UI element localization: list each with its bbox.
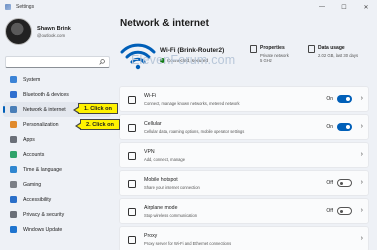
wifi-toggle[interactable]: [337, 95, 352, 103]
row-title: Cellular: [144, 121, 162, 127]
sidebar-item-accessibility[interactable]: Accessibility: [3, 192, 111, 207]
hotspot-icon: [128, 180, 136, 188]
chevron-right-icon: ›: [360, 123, 363, 130]
sidebar-item-gaming[interactable]: Gaming: [3, 177, 111, 192]
row-description: Share your internet connection: [144, 185, 200, 190]
row-proxy[interactable]: Proxy Proxy server for Wi-Fi and Etherne…: [119, 226, 369, 250]
sidebar-item-label: System: [23, 76, 41, 83]
row-wifi[interactable]: Wi-Fi Connect, manage known networks, me…: [119, 86, 369, 112]
airplane-icon: [128, 208, 136, 216]
profile-name: Shawn Brink: [37, 25, 71, 32]
sidebar-item-time-language[interactable]: Time & language: [3, 162, 111, 177]
data-usage-icon: [308, 45, 315, 53]
row-title: Mobile hotspot: [144, 177, 178, 183]
hotspot-toggle[interactable]: [337, 179, 352, 187]
sidebar-item-accounts[interactable]: Accounts: [3, 147, 111, 162]
sidebar-item-label: Time & language: [23, 166, 63, 173]
search-input[interactable]: [5, 56, 110, 68]
minimize-button[interactable]: —: [311, 0, 333, 14]
row-description: Proxy server for Wi-Fi and Ethernet conn…: [144, 241, 232, 246]
sidebar-item-label: Accounts: [23, 151, 45, 158]
sidebar: Shawn Brink @outlook.com System Bluetoot…: [0, 14, 114, 250]
network-icon: [10, 106, 17, 113]
sidebar-item-label: Accessibility: [23, 196, 52, 203]
gamepad-icon: [10, 181, 17, 188]
accounts-icon: [10, 151, 17, 158]
page-title: Network & internet: [120, 18, 209, 29]
row-description: Cellular data, roaming options, mobile o…: [144, 129, 245, 134]
airplane-toggle[interactable]: [337, 207, 352, 215]
data-usage-title: Data usage: [318, 45, 345, 51]
user-profile[interactable]: Shawn Brink @outlook.com: [5, 18, 71, 45]
row-description: Stop wireless communication: [144, 213, 198, 218]
row-title: Airplane mode: [144, 205, 178, 211]
properties-line2: 5 GHz: [260, 58, 272, 63]
brush-icon: [10, 121, 17, 128]
sidebar-item-label: Windows Update: [23, 226, 63, 233]
toggle-state-label: On: [326, 96, 333, 102]
sidebar-item-system[interactable]: System: [3, 72, 111, 87]
chevron-right-icon: ›: [360, 179, 363, 186]
sidebar-item-label: Apps: [23, 136, 35, 143]
sidebar-item-apps[interactable]: Apps: [3, 132, 111, 147]
sidebar-item-windows-update[interactable]: Windows Update: [3, 222, 111, 237]
callout-step-1: 1. Click on: [73, 103, 118, 114]
settings-app-icon: [5, 4, 11, 10]
sidebar-item-label: Personalization: [23, 121, 59, 128]
profile-email: @outlook.com: [37, 32, 66, 38]
sidebar-item-label: Privacy & security: [23, 211, 65, 218]
properties-card[interactable]: Properties Private network 5 GHz: [250, 45, 289, 63]
chevron-right-icon: ›: [360, 235, 363, 242]
close-button[interactable]: ✕: [355, 0, 377, 14]
cellular-icon: [128, 124, 136, 132]
monitor-icon: [10, 76, 17, 83]
row-airplane-mode[interactable]: Airplane mode Stop wireless communicatio…: [119, 198, 369, 224]
row-description: Add, connect, manage: [144, 157, 185, 162]
watermark: ElevenForum.com: [131, 53, 236, 67]
toggle-state-label: Off: [326, 208, 333, 214]
main-content: Network & internet Wi-Fi (Brink-Router2)…: [114, 14, 377, 250]
wifi-icon: [128, 96, 136, 104]
sidebar-item-bluetooth[interactable]: Bluetooth & devices: [3, 87, 111, 102]
sidebar-item-privacy[interactable]: Privacy & security: [3, 207, 111, 222]
chevron-right-icon: ›: [360, 95, 363, 102]
sidebar-item-label: Bluetooth & devices: [23, 91, 69, 98]
properties-icon: [250, 45, 257, 53]
globe-clock-icon: [10, 166, 17, 173]
toggle-state-label: On: [326, 124, 333, 130]
row-title: VPN: [144, 149, 155, 155]
row-title: Wi-Fi: [144, 93, 157, 99]
search-icon: [99, 59, 105, 65]
update-icon: [10, 226, 17, 233]
properties-title: Properties: [260, 45, 285, 51]
data-usage-card[interactable]: Data usage 2.02 GB, last 30 days: [308, 45, 359, 58]
sidebar-nav: System Bluetooth & devices Network & int…: [3, 72, 111, 237]
row-cellular[interactable]: Cellular Cellular data, roaming options,…: [119, 114, 369, 140]
bluetooth-icon: [10, 91, 17, 98]
maximize-button[interactable]: ☐: [333, 0, 355, 14]
title-bar: Settings — ☐ ✕: [0, 0, 377, 14]
cellular-toggle[interactable]: [337, 123, 352, 131]
row-mobile-hotspot[interactable]: Mobile hotspot Share your internet conne…: [119, 170, 369, 196]
data-usage-line1: 2.02 GB, last 30 days: [318, 53, 359, 58]
window-controls: — ☐ ✕: [311, 0, 377, 14]
window-title: Settings: [16, 4, 35, 10]
row-title: Proxy: [144, 233, 158, 239]
settings-list: Wi-Fi Connect, manage known networks, me…: [119, 86, 369, 250]
toggle-state-label: Off: [326, 180, 333, 186]
row-vpn[interactable]: VPN Add, connect, manage ›: [119, 142, 369, 168]
row-description: Connect, manage known networks, metered …: [144, 101, 240, 106]
sidebar-item-label: Gaming: [23, 181, 42, 188]
avatar: [5, 18, 32, 45]
proxy-icon: [128, 236, 136, 244]
shield-icon: [10, 211, 17, 218]
accessibility-icon: [10, 196, 17, 203]
chevron-right-icon: ›: [360, 151, 363, 158]
vpn-shield-icon: [128, 152, 136, 160]
callout-step-2: 2. Click on: [75, 119, 120, 130]
chevron-right-icon: ›: [360, 207, 363, 214]
sidebar-item-label: Network & internet: [23, 106, 66, 113]
apps-icon: [10, 136, 17, 143]
